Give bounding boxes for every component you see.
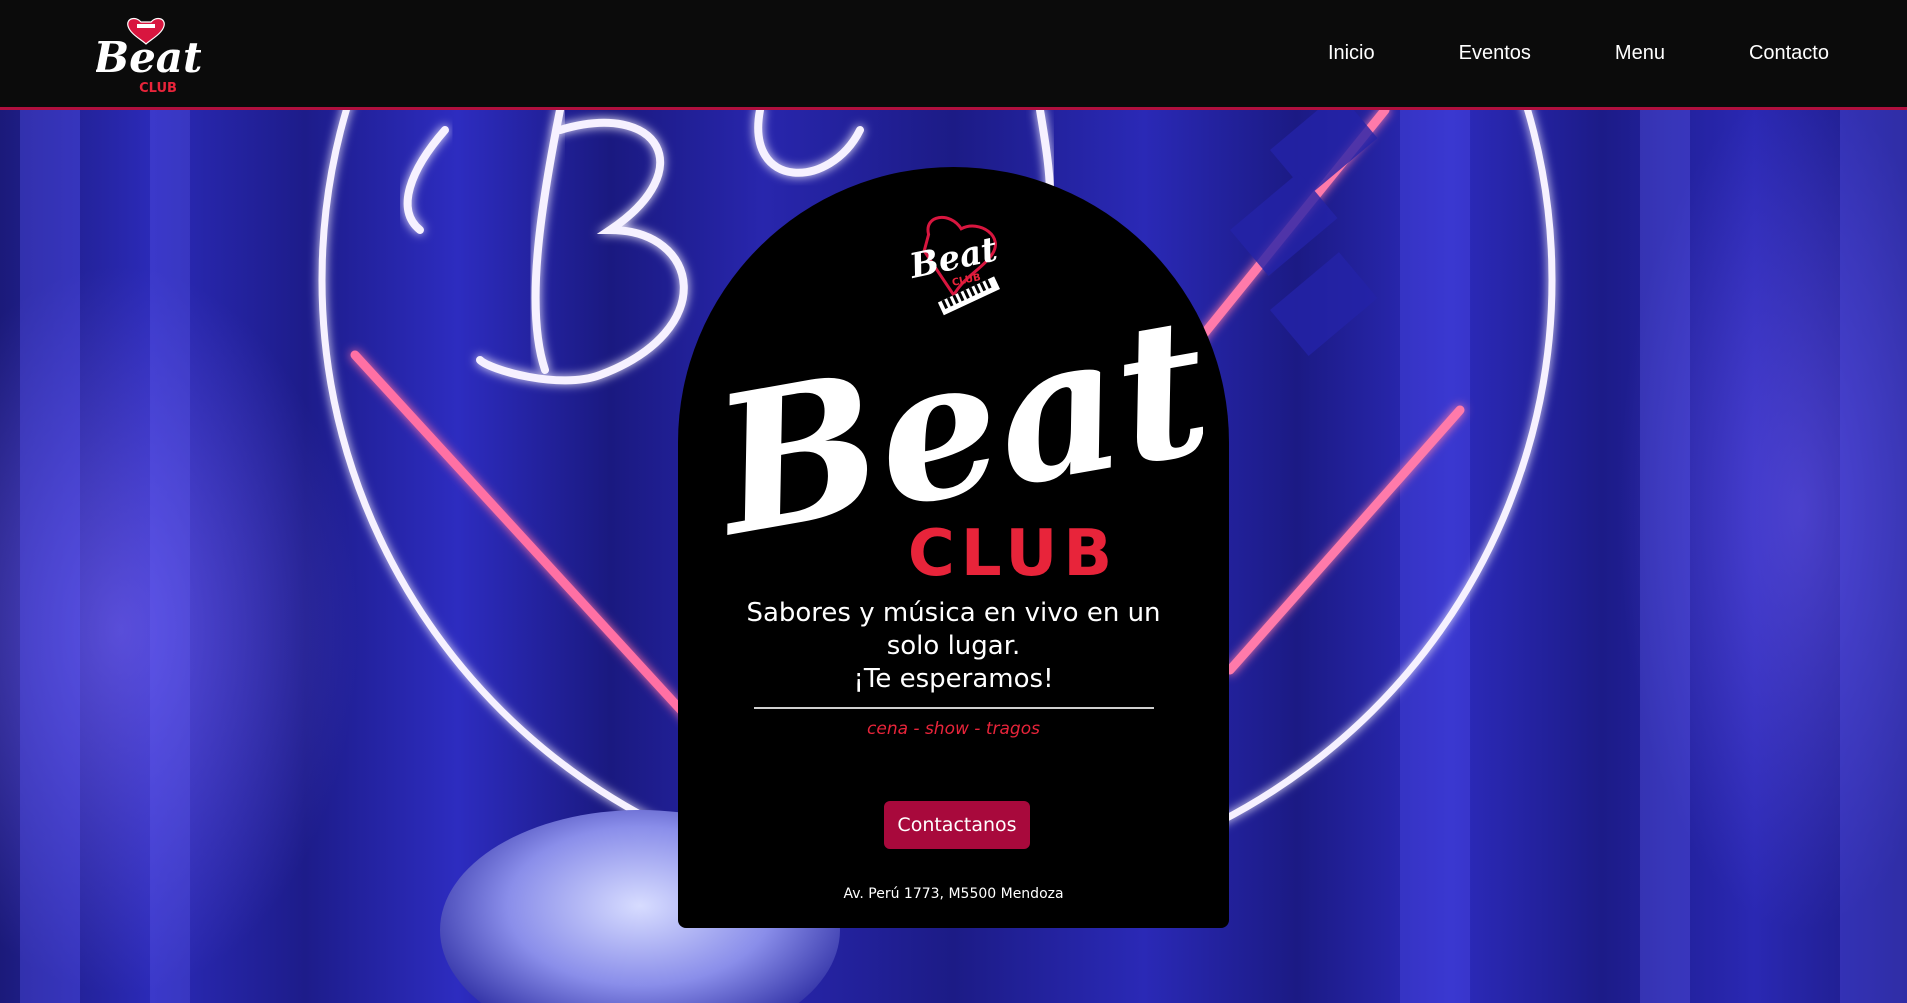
- brand-logo[interactable]: Beat CLUB: [93, 14, 202, 96]
- tagline-line: ¡Te esperamos!: [853, 664, 1054, 694]
- club-address: Av. Perú 1773, M5500 Mendoza: [843, 886, 1064, 902]
- brand-logo-word: Beat: [96, 33, 201, 82]
- piano-heart-logo-icon: Beat CLUB: [93, 17, 202, 96]
- nav-link-menu[interactable]: Menu: [1615, 42, 1665, 65]
- wordmark-club: CLUB: [908, 517, 1118, 587]
- nav-link-eventos[interactable]: Eventos: [1459, 42, 1531, 65]
- beat-club-wordmark: Beat CLUB: [723, 317, 1203, 587]
- tagline-line: Sabores y música en vivo en un: [746, 598, 1161, 628]
- card-divider: [754, 707, 1154, 709]
- nav-link-inicio[interactable]: Inicio: [1328, 42, 1375, 65]
- nav-link-contacto[interactable]: Contacto: [1749, 42, 1829, 65]
- brand-logo-sub: CLUB: [139, 81, 177, 96]
- hero-tagline: Sabores y música en vivo en un solo luga…: [718, 597, 1189, 696]
- hero-card: Beat CLUB Beat CLUB Sabores y música en …: [678, 167, 1229, 928]
- tagline-line: solo lugar.: [886, 631, 1021, 661]
- main-nav: Inicio Eventos Menu Contacto: [1244, 0, 1829, 107]
- contact-button[interactable]: Contactanos: [884, 801, 1030, 849]
- piano-heart-logo-icon: Beat CLUB: [905, 215, 1001, 316]
- hero-section: Beat CLUB Beat CLUB Sabores y música en …: [0, 110, 1907, 1003]
- top-navbar: Beat CLUB Inicio Eventos Menu Contacto: [0, 0, 1907, 110]
- hero-subtitle: cena - show - tragos: [867, 719, 1040, 739]
